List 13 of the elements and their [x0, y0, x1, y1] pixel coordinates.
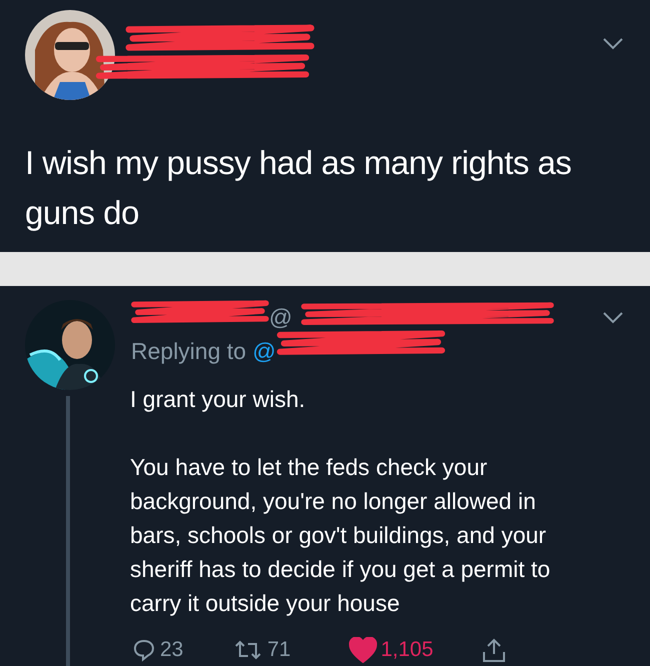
- reply-icon[interactable]: [132, 638, 156, 662]
- share-icon[interactable]: [481, 637, 508, 664]
- retweet-count: 71: [267, 637, 291, 663]
- tweet-text: I wish my pussy had as many rights as guns do: [25, 143, 572, 233]
- reply-count: 23: [160, 637, 184, 663]
- heart-icon[interactable]: [348, 636, 377, 663]
- tweet-text: You have to let the feds check your background, you're no longer allowed in bars, schools or gov't buildings, and your sheriff has to decide if you get a permit to carry it outside your house: [130, 453, 552, 618]
- like-count: 1,105: [380, 637, 434, 663]
- tweet-text: I grant your wish.: [130, 385, 306, 414]
- reply-context: Replying to @: [131, 337, 276, 366]
- chevron-down-icon[interactable]: [602, 310, 624, 325]
- chevron-down-icon[interactable]: [602, 36, 624, 51]
- user-handle: @: [269, 303, 292, 330]
